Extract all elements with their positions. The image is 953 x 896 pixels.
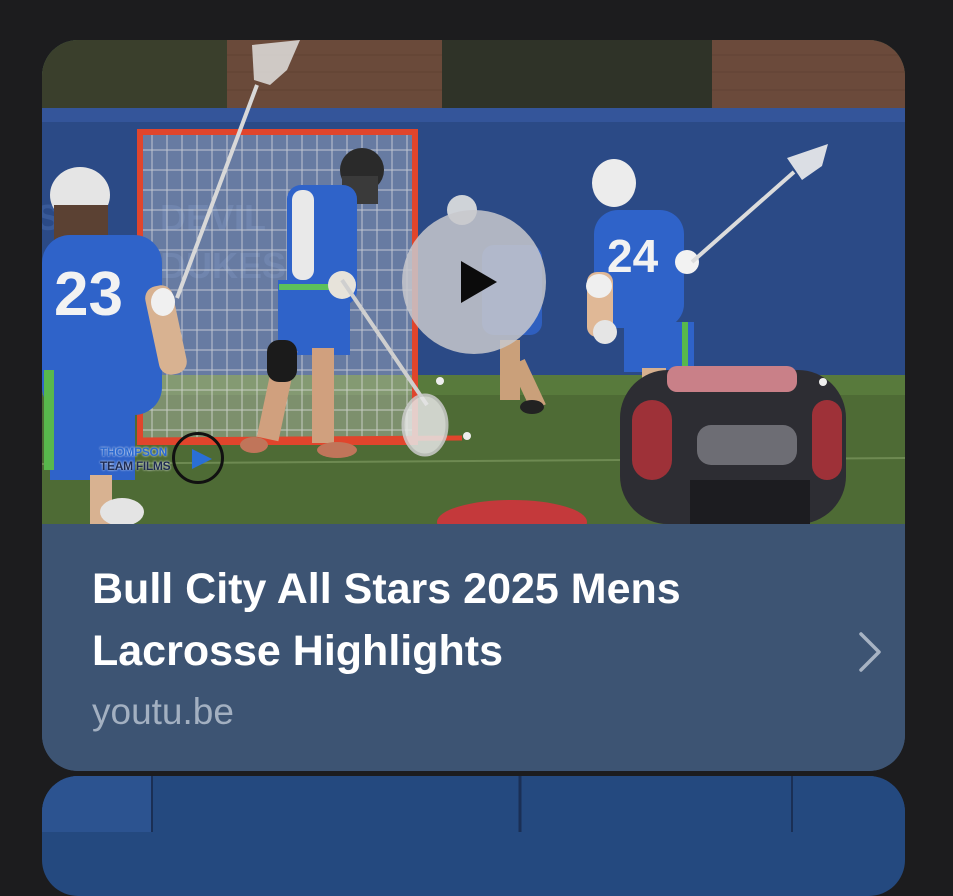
watermark-line1: THOMPSON — [100, 445, 167, 459]
next-link-preview-card[interactable] — [42, 776, 905, 896]
video-thumbnail[interactable]: DEVIL DUKES S 23 24 THOMPSON TEAM FILMS — [42, 40, 905, 524]
watermark-line2: TEAM FILMS — [100, 459, 171, 473]
link-info-panel[interactable]: Bull City All Stars 2025 Mens Lacrosse H… — [42, 524, 905, 771]
next-card-thumbnail — [42, 776, 905, 832]
chevron-right-icon[interactable] — [857, 630, 883, 674]
jersey-number-23: 23 — [54, 260, 123, 329]
play-icon — [461, 261, 497, 303]
thompson-team-films-watermark: THOMPSON TEAM FILMS — [98, 432, 238, 492]
jersey-number-24: 24 — [607, 230, 659, 282]
video-title: Bull City All Stars 2025 Mens Lacrosse H… — [92, 565, 681, 675]
watermark-play-icon — [192, 449, 212, 469]
link-domain: youtu.be — [92, 691, 234, 732]
link-preview-card[interactable]: DEVIL DUKES S 23 24 THOMPSON TEAM FILMS … — [42, 40, 905, 771]
play-button[interactable] — [402, 210, 546, 354]
